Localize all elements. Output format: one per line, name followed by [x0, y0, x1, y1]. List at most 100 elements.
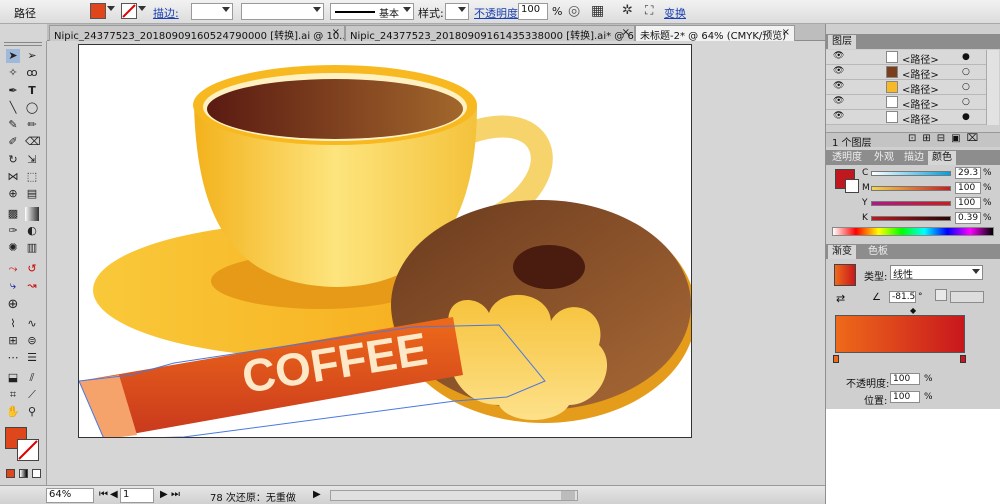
scallop-icon[interactable]: ⋯	[6, 351, 20, 365]
channel-k-slider[interactable]	[871, 216, 951, 221]
recolor-icon[interactable]: ◎	[568, 3, 580, 19]
none-mode-icon[interactable]	[32, 469, 41, 478]
midpoint-diamond-icon[interactable]: ◆	[910, 306, 916, 315]
status-menu-icon[interactable]: ▶	[313, 489, 321, 500]
anchor-add-icon[interactable]: ⤳	[6, 262, 20, 276]
tab-appearance[interactable]: 外观	[870, 151, 898, 165]
pencil-icon[interactable]: ✏	[25, 118, 39, 132]
stroke-color-box[interactable]	[17, 439, 39, 461]
gradient-slider[interactable]	[835, 315, 965, 353]
close-icon[interactable]: ×	[622, 27, 630, 38]
layer-row[interactable]: 👁 <路径> ○	[826, 80, 986, 96]
layers-scrollbar[interactable]	[986, 50, 999, 125]
tab-layers[interactable]: 图层	[828, 35, 856, 49]
reverse-gradient-icon[interactable]: ⇄	[836, 292, 845, 305]
channel-y-slider[interactable]	[871, 201, 951, 206]
variable-width-profile[interactable]	[241, 3, 324, 20]
brush-definition[interactable]: 基本	[330, 3, 414, 20]
column-graph-icon[interactable]: ▥	[25, 241, 39, 255]
close-icon[interactable]: ×	[332, 27, 340, 38]
stroke-label[interactable]: 描边:	[153, 5, 179, 21]
tab-color[interactable]: 颜色	[928, 151, 956, 165]
first-page-icon[interactable]: ⏮	[99, 489, 108, 500]
gradient-thumbnail[interactable]	[834, 264, 856, 286]
tab-stroke[interactable]: 描边	[900, 151, 928, 165]
magic-wand-icon[interactable]: ✧	[6, 66, 20, 80]
pen-icon[interactable]: ✒	[6, 84, 20, 98]
artboard[interactable]: COFFEE	[78, 44, 692, 438]
channel-c-slider[interactable]	[871, 171, 951, 176]
twirl-icon[interactable]: ∿	[25, 317, 39, 331]
fill-dropdown[interactable]	[106, 3, 117, 20]
eyedropper-icon[interactable]: ✑	[6, 224, 20, 238]
perspective-grid-icon[interactable]: ▤	[25, 187, 39, 201]
opacity-label[interactable]: 不透明度:	[474, 5, 522, 21]
pucker-icon[interactable]: ⊞	[6, 334, 20, 348]
channel-k-input[interactable]: 0.39	[955, 212, 981, 224]
aspect-icon[interactable]	[935, 289, 947, 301]
wrinkle-icon[interactable]: ☰	[25, 351, 39, 365]
direct-selection-icon[interactable]: ➢	[25, 49, 39, 63]
crosshair-icon[interactable]: ⊕	[6, 298, 20, 312]
knife-icon[interactable]: ⟋	[25, 388, 39, 402]
zoom-icon[interactable]: ⚲	[25, 405, 39, 419]
transform-link[interactable]: 变换	[664, 5, 686, 21]
angle-input[interactable]: -81.5	[889, 291, 916, 303]
gradient-mode-icon[interactable]	[19, 469, 28, 478]
gradient-stop-end[interactable]	[960, 355, 966, 363]
close-icon[interactable]: ×	[782, 27, 790, 38]
slice-icon[interactable]: ⫽	[25, 371, 39, 385]
layer-row[interactable]: 👁 <路径> ●	[826, 50, 986, 66]
isolate-icon[interactable]: ⛶	[645, 3, 653, 18]
tab-document-3[interactable]: 未标题-2* @ 64% (CMYK/预览) ×	[635, 25, 795, 41]
hand-icon[interactable]: ✋	[6, 405, 20, 419]
tab-gradient[interactable]: 渐变	[828, 245, 856, 259]
line-icon[interactable]: ╲	[6, 101, 20, 115]
aspect-input[interactable]	[950, 291, 984, 303]
anchor-convert-icon[interactable]: ↺	[25, 262, 39, 276]
scroll-thumb[interactable]	[561, 491, 575, 500]
gradient-stop-start[interactable]	[833, 355, 839, 363]
eraser-icon[interactable]: ⌫	[25, 135, 41, 149]
tab-document-1[interactable]: Nipic_24377523_20180909160524790000 [转换]…	[49, 25, 345, 41]
blob-brush-icon[interactable]: ✐	[6, 135, 20, 149]
gradient-position-input[interactable]: 100	[890, 391, 920, 403]
graphic-style-picker[interactable]	[445, 3, 469, 20]
symbol-sprayer-icon[interactable]: ✺	[6, 241, 20, 255]
channel-c-input[interactable]: 29.3	[955, 167, 981, 179]
canvas-area[interactable]: COFFEE	[47, 41, 825, 485]
gradient-opacity-input[interactable]: 100	[890, 373, 920, 385]
crop-icon[interactable]: ⌗	[6, 388, 20, 402]
ellipse-icon[interactable]: ◯	[25, 101, 39, 115]
selection-tool-icon[interactable]: ➤	[6, 49, 20, 63]
last-page-icon[interactable]: ⏭	[171, 489, 180, 500]
color-spectrum[interactable]	[832, 227, 994, 236]
horizontal-scrollbar[interactable]	[330, 490, 578, 501]
channel-m-input[interactable]: 100	[955, 182, 981, 194]
gradient-tool-icon[interactable]	[25, 207, 39, 221]
layer-row[interactable]: 👁 <路径> ○	[826, 95, 986, 111]
shape-builder-icon[interactable]: ⊕	[6, 187, 20, 201]
panel-grip[interactable]	[4, 42, 42, 46]
next-page-icon[interactable]: ▶	[160, 489, 168, 500]
blend-icon[interactable]: ◐	[25, 224, 39, 238]
channel-m-slider[interactable]	[871, 186, 951, 191]
stroke-weight-input[interactable]	[191, 3, 233, 20]
prev-page-icon[interactable]: ◀	[110, 489, 118, 500]
stroke-swatch[interactable]	[121, 3, 137, 19]
zoom-select[interactable]: 64%	[46, 488, 94, 503]
mesh-icon[interactable]: ▩	[6, 207, 20, 221]
bloat-icon[interactable]: ⊜	[25, 334, 39, 348]
path-icon[interactable]: ⤷	[6, 279, 20, 293]
color-stroke-swatch[interactable]	[845, 179, 859, 193]
color-mode-icon[interactable]	[6, 469, 15, 478]
stroke-dropdown[interactable]	[137, 3, 148, 20]
width-tool-icon[interactable]: ⋈	[6, 170, 20, 184]
live-trace-icon[interactable]: ✲	[622, 3, 633, 18]
rotate-icon[interactable]: ↻	[6, 153, 20, 167]
free-transform-icon[interactable]: ⬚	[25, 170, 39, 184]
layer-row[interactable]: 👁 <路径> ○	[826, 65, 986, 81]
tab-document-2[interactable]: Nipic_24377523_20180909161435338000 [转换]…	[345, 25, 635, 41]
type-icon[interactable]: T	[25, 84, 39, 98]
artboard-icon[interactable]: ⬓	[6, 371, 20, 385]
